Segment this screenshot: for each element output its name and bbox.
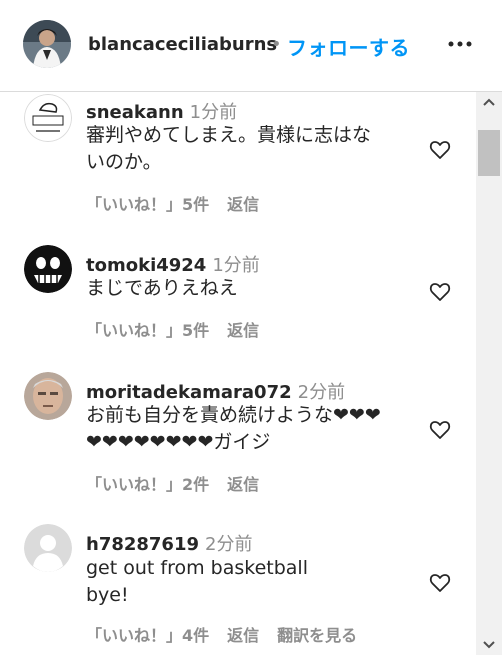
comment-time: 2分前 [205, 534, 253, 555]
sneakann-logo-icon [24, 94, 72, 142]
comment-time: 1分前 [189, 102, 238, 123]
post-header: blancaceciliaburns • フォローする [0, 0, 502, 92]
black-blob-avatar-icon [24, 245, 72, 293]
profile-avatar[interactable] [23, 20, 71, 68]
comment-time: 1分前 [212, 255, 260, 276]
likes-count-link[interactable]: 「いいね！」5件 [86, 195, 209, 214]
comment-text-line: get out from basketball [86, 557, 308, 579]
header-separator: • [271, 34, 282, 55]
reply-button[interactable]: 返信 [227, 321, 259, 340]
likes-count-link[interactable]: 「いいね！」2件 [86, 475, 209, 494]
comment-text-line: ❤❤❤❤❤❤❤❤ガイジ [86, 431, 271, 453]
comment-text-line: まじでありえねえ [86, 277, 238, 299]
comment-username[interactable]: h78287619 [86, 534, 199, 555]
header-username[interactable]: blancaceciliaburns [88, 34, 277, 55]
heart-icon[interactable] [428, 137, 452, 161]
comment-text: get out from basketball bye! [86, 555, 416, 609]
heart-icon[interactable] [428, 279, 452, 303]
comment-avatar[interactable] [24, 94, 72, 142]
comment-text: まじでありえねえ [86, 275, 416, 302]
comment-text-line: 審判やめてしまえ。貴様に志はな [86, 124, 372, 146]
follow-button[interactable]: フォローする [287, 32, 410, 61]
reply-button[interactable]: 返信 [227, 195, 259, 214]
likes-count-link[interactable]: 「いいね！」5件 [86, 321, 209, 340]
comment-time: 2分前 [297, 382, 346, 403]
comment-text-line: お前も自分を責め続けような❤❤❤ [86, 404, 381, 426]
scrollbar-thumb[interactable] [478, 130, 500, 176]
comment-text: 審判やめてしまえ。貴様に志はな いのか。 [86, 122, 416, 176]
profile-photo-icon [23, 20, 71, 68]
scrollbar[interactable] [476, 92, 502, 655]
more-options-icon[interactable] [446, 30, 474, 58]
translate-button[interactable]: 翻訳を見る [277, 626, 357, 645]
comment-text-line: いのか。 [86, 151, 162, 173]
comment-avatar[interactable] [24, 372, 72, 420]
face-photo-avatar-icon [24, 372, 72, 420]
reply-button[interactable]: 返信 [227, 475, 259, 494]
heart-icon[interactable] [428, 570, 452, 594]
comment-username[interactable]: moritadekamara072 [86, 382, 292, 403]
comments-list: sneakann 1分前 審判やめてしまえ。貴様に志はな いのか。 「いいね！」5… [0, 92, 476, 655]
comment-avatar[interactable] [24, 524, 72, 572]
comment-text-line: bye! [86, 584, 129, 606]
comment-username[interactable]: tomoki4924 [86, 255, 206, 276]
comment-username[interactable]: sneakann [86, 102, 184, 123]
reply-button[interactable]: 返信 [227, 626, 259, 645]
scroll-up-arrow-icon[interactable] [476, 92, 502, 114]
scroll-down-arrow-icon[interactable] [476, 633, 502, 655]
heart-icon[interactable] [428, 417, 452, 441]
comment-text: お前も自分を責め続けような❤❤❤ ❤❤❤❤❤❤❤❤ガイジ [86, 402, 416, 456]
comment-avatar[interactable] [24, 245, 72, 293]
default-user-avatar-icon [24, 524, 72, 572]
likes-count-link[interactable]: 「いいね！」4件 [86, 626, 209, 645]
